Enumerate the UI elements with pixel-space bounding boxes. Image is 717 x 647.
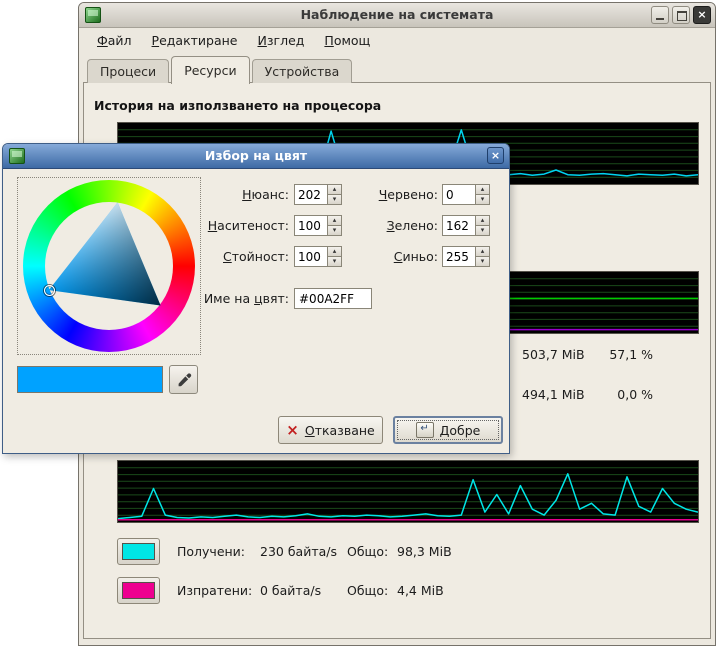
minimize-icon: [656, 18, 664, 20]
blue-label: Синьо:: [340, 249, 438, 264]
cancel-button-label: Отказване: [305, 423, 375, 438]
value-label: Стойност:: [189, 249, 289, 264]
hue-spin-down-icon[interactable]: ▾: [327, 195, 342, 205]
blue-spin-down-icon[interactable]: ▾: [475, 257, 490, 267]
network-sent-row: Изпратени: 0 байта/s Общо: 4,4 MiB: [84, 577, 710, 604]
red-spinbox: ▴▾: [442, 184, 490, 205]
sent-total-label: Общо:: [347, 577, 388, 604]
cancel-x-icon: ×: [286, 423, 299, 438]
value-input[interactable]: [294, 246, 327, 267]
green-spin-up-icon[interactable]: ▴: [475, 215, 490, 226]
color-name-input[interactable]: [294, 288, 372, 309]
network-received-row: Получени: 230 байта/s Общо: 98,3 MiB: [84, 538, 710, 565]
blue-spin-up-icon[interactable]: ▴: [475, 246, 490, 257]
color-selection-marker[interactable]: [44, 285, 55, 296]
value-spinbox: ▴▾: [294, 246, 342, 267]
menu-help[interactable]: Помощ: [314, 30, 380, 51]
tab-resources[interactable]: Ресурси: [171, 56, 249, 84]
menu-file[interactable]: Файл: [87, 30, 142, 51]
dialog-title: Избор на цвят: [3, 148, 509, 163]
network-chart-svg: [118, 461, 698, 522]
tab-processes[interactable]: Процеси: [87, 59, 169, 83]
red-spin-up-icon[interactable]: ▴: [475, 184, 490, 195]
received-rate: 230 байта/s: [260, 538, 337, 565]
saturation-spin-down-icon[interactable]: ▾: [327, 226, 342, 236]
red-spin-down-icon[interactable]: ▾: [475, 195, 490, 205]
received-color-button[interactable]: [117, 538, 160, 565]
eyedropper-icon: [176, 372, 192, 388]
red-input[interactable]: [442, 184, 475, 205]
desktop: Наблюдение на системата × Файл Редактира…: [0, 0, 717, 647]
green-spin-down-icon[interactable]: ▾: [475, 226, 490, 236]
tab-strip: Процеси Ресурси Устройства: [87, 57, 354, 83]
received-total: 98,3 MiB: [397, 538, 452, 565]
hue-spin-up-icon[interactable]: ▴: [327, 184, 342, 195]
close-button[interactable]: ×: [693, 6, 711, 24]
minimize-button[interactable]: [651, 6, 669, 24]
eyedropper-button[interactable]: [169, 365, 198, 394]
dialog-titlebar[interactable]: Избор на цвят ×: [3, 144, 509, 169]
main-titlebar[interactable]: Наблюдение на системата ×: [79, 3, 715, 28]
memory-used-percent: 57,1 %: [553, 347, 653, 362]
sent-rate: 0 байта/s: [260, 577, 321, 604]
swap-used-percent: 0,0 %: [553, 387, 653, 402]
value-spin-up-icon[interactable]: ▴: [327, 246, 342, 257]
sent-total: 4,4 MiB: [397, 577, 444, 604]
blue-spinbox: ▴▾: [442, 246, 490, 267]
received-total-label: Общо:: [347, 538, 388, 565]
ok-button-label: Добре: [440, 423, 481, 438]
saturation-spin-up-icon[interactable]: ▴: [327, 215, 342, 226]
sent-color-button[interactable]: [117, 577, 160, 604]
cancel-button[interactable]: × Отказване: [278, 416, 383, 444]
maximize-button[interactable]: [672, 6, 690, 24]
green-label: Зелено:: [340, 218, 438, 233]
color-wheel-area: [17, 177, 201, 355]
green-input[interactable]: [442, 215, 475, 236]
ok-enter-icon: ↵: [416, 422, 434, 438]
received-color-swatch: [122, 543, 155, 560]
hue-spinbox: ▴▾: [294, 184, 342, 205]
hue-input[interactable]: [294, 184, 327, 205]
main-window-title: Наблюдение на системата: [79, 7, 715, 22]
sent-color-swatch: [122, 582, 155, 599]
color-preview: [17, 366, 163, 393]
saturation-spinbox: ▴▾: [294, 215, 342, 236]
green-spinbox: ▴▾: [442, 215, 490, 236]
hue-ring[interactable]: [23, 180, 195, 352]
received-label: Получени:: [177, 538, 245, 565]
blue-input[interactable]: [442, 246, 475, 267]
dialog-close-icon: ×: [491, 149, 500, 162]
menu-edit[interactable]: Редактиране: [142, 30, 248, 51]
dialog-close-button[interactable]: ×: [487, 147, 504, 164]
sent-label: Изпратени:: [177, 577, 252, 604]
color-name-label: Име на цвят:: [189, 291, 289, 306]
saturation-input[interactable]: [294, 215, 327, 236]
color-picker-dialog: Избор на цвят × Нюанс: Наситеност: Стойн…: [2, 143, 510, 454]
hue-label: Нюанс:: [189, 187, 289, 202]
menubar: Файл Редактиране Изглед Помощ: [79, 28, 715, 52]
maximize-icon: [677, 11, 687, 21]
saturation-label: Наситеност:: [189, 218, 289, 233]
cpu-history-heading: История на използването на процесора: [94, 98, 381, 113]
menu-view[interactable]: Изглед: [248, 30, 315, 51]
network-history-chart: [117, 460, 699, 523]
close-icon: ×: [697, 8, 706, 21]
ok-button[interactable]: ↵ Добре: [393, 416, 503, 444]
tab-devices[interactable]: Устройства: [252, 59, 353, 83]
value-spin-down-icon[interactable]: ▾: [327, 257, 342, 267]
red-label: Червено:: [340, 187, 438, 202]
